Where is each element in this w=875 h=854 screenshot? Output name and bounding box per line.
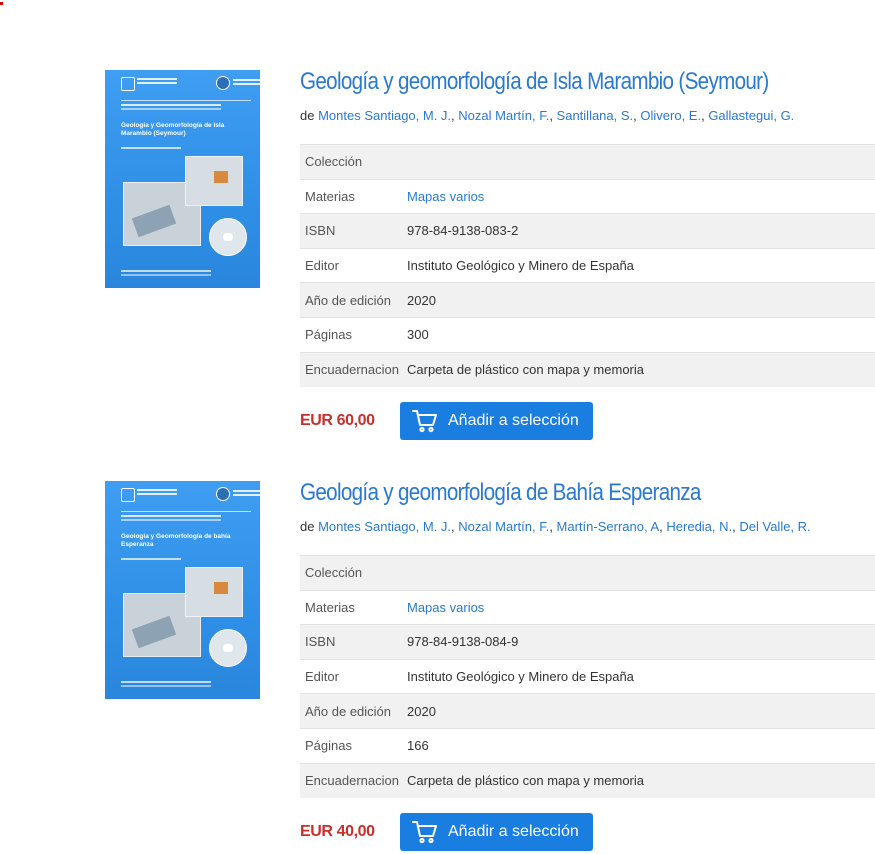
add-to-selection-button[interactable]: Añadir a selección [400,402,593,440]
detail-value: Instituto Geológico y Minero de España [407,247,875,283]
author-link[interactable]: Martín-Serrano, A [557,519,660,534]
author-link[interactable]: Montes Santiago, M. J. [318,108,451,123]
detail-row-encuadernacion: Encuadernacion Carpeta de plástico con m… [300,762,875,798]
detail-value [407,555,875,591]
detail-label: ISBN [300,213,407,249]
detail-row-materias: Materias Mapas varios [300,589,875,625]
detail-row-paginas: Páginas 166 [300,727,875,764]
product-title-link[interactable]: Geología y geomorfología de Bahía Espera… [300,479,782,507]
detail-value [407,144,875,180]
price: EUR 60,00 [300,412,375,429]
cover-globe [209,218,247,256]
detail-label: Editor [300,247,407,283]
detail-label: ISBN [300,624,407,660]
detail-value: 166 [407,727,875,764]
detail-row-editor: Editor Instituto Geológico y Minero de E… [300,247,875,283]
detail-row-paginas: Páginas 300 [300,316,875,353]
detail-value: 978-84-9138-083-2 [407,213,875,249]
cover-map-inset [185,567,243,617]
add-to-selection-button[interactable]: Añadir a selección [400,813,593,851]
detail-row-editor: Editor Instituto Geológico y Minero de E… [300,658,875,694]
detail-row-coleccion: Colección [300,555,875,591]
detail-value: 2020 [407,282,875,318]
detail-label: Páginas [300,727,407,764]
book-cover-image[interactable]: Geología y Geomorfología de Isla Marambi… [105,70,260,288]
detail-row-anio: Año de edición 2020 [300,693,875,729]
cart-icon [412,410,437,433]
book-cover-image[interactable]: Geología y Geomorfología de bahía Espera… [105,481,260,699]
author-link[interactable]: Olivero, E. [640,108,701,123]
detail-row-anio: Año de edición 2020 [300,282,875,318]
authors-line: de Montes Santiago, M. J., Nozal Martín,… [300,108,795,123]
author-link[interactable]: Montes Santiago, M. J. [318,519,451,534]
button-label: Añadir a selección [448,412,579,429]
detail-value: Instituto Geológico y Minero de España [407,658,875,694]
materias-link[interactable]: Mapas varios [407,189,484,204]
detail-label: Colección [300,144,407,180]
detail-label: Encuadernacion [300,351,407,387]
cart-icon [412,821,437,844]
detail-label: Colección [300,555,407,591]
details-table: Colección Materias Mapas varios ISBN 978… [300,555,875,798]
cover-title: Geología y Geomorfología de Isla Marambi… [121,122,225,137]
detail-row-isbn: ISBN 978-84-9138-083-2 [300,213,875,249]
detail-row-materias: Materias Mapas varios [300,178,875,214]
cover-title: Geología y Geomorfología de bahía Espera… [121,533,231,548]
author-link[interactable]: Nozal Martín, F. [458,108,549,123]
detail-label: Materias [300,178,407,214]
button-label: Añadir a selección [448,823,579,840]
author-link[interactable]: Santillana, S. [557,108,634,123]
detail-label: Editor [300,658,407,694]
authors-line: de Montes Santiago, M. J., Nozal Martín,… [300,519,811,534]
cover-logos [121,487,260,504]
author-link[interactable]: Del Valle, R. [739,519,810,534]
detail-row-encuadernacion: Encuadernacion Carpeta de plástico con m… [300,351,875,387]
price: EUR 40,00 [300,823,375,840]
detail-label: Año de edición [300,282,407,318]
details-table: Colección Materias Mapas varios ISBN 978… [300,144,875,387]
by-label: de [300,519,315,534]
cover-map-inset [185,156,243,206]
author-link[interactable]: Gallastegui, G. [708,108,794,123]
detail-label: Encuadernacion [300,762,407,798]
corner-mark [0,2,3,5]
author-link[interactable]: Heredia, N. [666,519,732,534]
detail-value: Carpeta de plástico con mapa y memoria [407,762,875,798]
detail-row-isbn: ISBN 978-84-9138-084-9 [300,624,875,660]
materias-link[interactable]: Mapas varios [407,600,484,615]
author-link[interactable]: Nozal Martín, F. [458,519,549,534]
detail-label: Páginas [300,316,407,353]
cover-globe [209,629,247,667]
detail-label: Materias [300,589,407,625]
detail-label: Año de edición [300,693,407,729]
detail-value: 978-84-9138-084-9 [407,624,875,660]
by-label: de [300,108,315,123]
product-title-link[interactable]: Geología y geomorfología de Isla Marambi… [300,68,782,96]
detail-value: 300 [407,316,875,353]
detail-value: Carpeta de plástico con mapa y memoria [407,351,875,387]
detail-value: 2020 [407,693,875,729]
detail-row-coleccion: Colección [300,144,875,180]
cover-logos [121,76,260,93]
